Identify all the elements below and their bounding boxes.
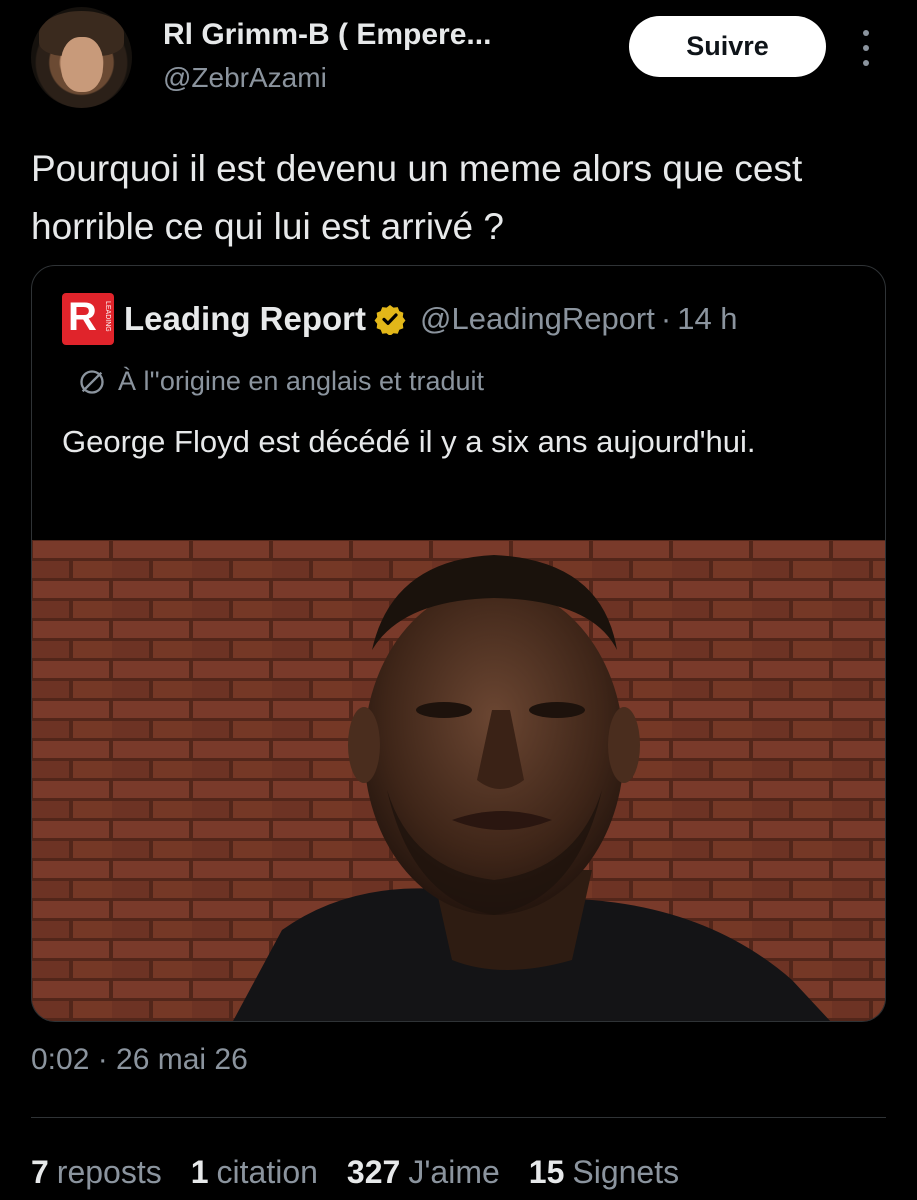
quoted-author-name[interactable]: Leading Report — [124, 300, 366, 338]
quoted-tweet[interactable]: R LEADING Leading Report @LeadingReport … — [31, 265, 886, 1022]
tweet-text: Pourquoi il est devenu un meme alors que… — [31, 148, 803, 247]
follow-button[interactable]: Suivre — [629, 16, 826, 77]
divider — [31, 1117, 886, 1118]
quoted-author-handle[interactable]: @LeadingReport — [420, 301, 655, 337]
tweet-header: Rl Grimm-B ( Empere... @ZebrAzami Suivre — [0, 0, 917, 120]
translation-note[interactable]: À l''origine en anglais et traduit — [78, 366, 484, 397]
quoted-text: George Floyd est décédé il y a six ans a… — [62, 424, 756, 459]
stat-reposts[interactable]: 7 reposts — [31, 1154, 162, 1191]
portrait-photo — [32, 540, 885, 1021]
stat-citations[interactable]: 1 citation — [191, 1154, 318, 1191]
author-avatar[interactable] — [31, 7, 132, 108]
quoted-photo[interactable] — [32, 540, 885, 1021]
tweet-timestamp[interactable]: 0:02 · 26 mai 26 — [31, 1043, 248, 1077]
verified-badge-icon — [374, 305, 406, 335]
stat-likes[interactable]: 327 J'aime — [347, 1154, 500, 1191]
author-handle[interactable]: @ZebrAzami — [163, 62, 327, 94]
globe-icon — [80, 369, 104, 394]
leading-report-logo[interactable]: R LEADING — [62, 293, 114, 345]
author-name[interactable]: Rl Grimm-B ( Empere... — [163, 18, 491, 52]
engagement-stats: 7 reposts 1 citation 327 J'aime 15 Signets — [31, 1154, 708, 1191]
translation-label: À l''origine en anglais et traduit — [118, 366, 485, 396]
quoted-header: R LEADING Leading Report @LeadingReport … — [62, 293, 738, 345]
separator-dot: · — [660, 301, 672, 336]
more-vertical-icon[interactable] — [856, 30, 876, 66]
stat-bookmarks[interactable]: 15 Signets — [529, 1154, 679, 1191]
quoted-time[interactable]: 14 h — [677, 301, 737, 337]
